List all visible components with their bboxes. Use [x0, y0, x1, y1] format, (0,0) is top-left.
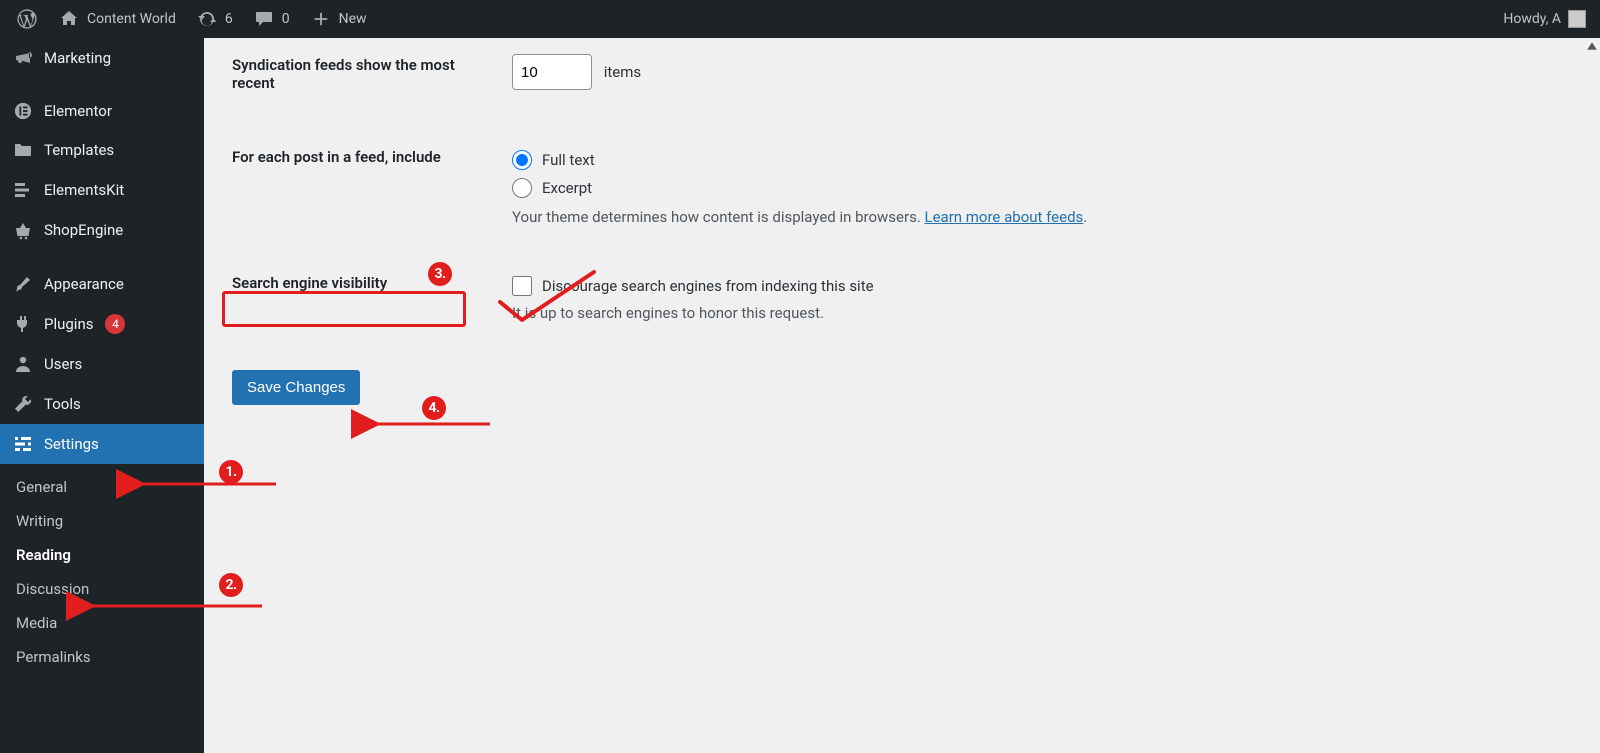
sev-note: It is up to search engines to honor this…: [512, 304, 1580, 322]
home-icon: [58, 8, 80, 30]
user-icon: [12, 354, 34, 374]
row-syndication: Syndication feeds show the most recent i…: [232, 48, 1580, 100]
feed-full-option[interactable]: Full text: [512, 150, 1580, 170]
sev-check-label: Discourage search engines from indexing …: [542, 277, 874, 295]
syndication-feeds-input[interactable]: [512, 54, 592, 90]
site-name-menu[interactable]: Content World: [48, 0, 186, 38]
admin-bar: Content World 6 0 New Howdy, A: [0, 0, 1600, 38]
sidebar-item-label: Users: [44, 355, 82, 373]
syndication-label: Syndication feeds show the most recent: [232, 48, 512, 100]
sidebar-item-elementskit[interactable]: ElementsKit: [0, 170, 204, 210]
annotation-badge-2: 2.: [219, 573, 243, 597]
sidebar-item-label: Tools: [44, 395, 81, 413]
megaphone-icon: [12, 48, 34, 68]
feed-full-radio[interactable]: [512, 150, 532, 170]
new-label: New: [339, 11, 367, 27]
submenu-reading[interactable]: Reading: [0, 538, 204, 572]
scroll-up-arrow-icon: [1586, 40, 1598, 52]
comments-menu[interactable]: 0: [243, 0, 300, 38]
admin-sidebar: Marketing Elementor Templates ElementsKi…: [0, 38, 204, 753]
feed-excerpt-radio[interactable]: [512, 178, 532, 198]
annotation-badge-4: 4.: [422, 396, 446, 420]
sidebar-item-label: Plugins: [44, 315, 93, 333]
feed-excerpt-option[interactable]: Excerpt: [512, 178, 1580, 198]
wrench-icon: [12, 394, 34, 414]
row-feed-include: For each post in a feed, include Full te…: [232, 140, 1580, 232]
submenu-general[interactable]: General: [0, 470, 204, 504]
settings-submenu: General Writing Reading Discussion Media…: [0, 464, 204, 682]
syndication-unit: items: [604, 63, 641, 81]
settings-reading-page: Syndication feeds show the most recent i…: [204, 38, 1600, 753]
wordpress-icon: [16, 8, 38, 30]
sidebar-item-users[interactable]: Users: [0, 344, 204, 384]
elementskit-icon: [12, 180, 34, 200]
sidebar-item-label: Templates: [44, 141, 114, 159]
submenu-media[interactable]: Media: [0, 606, 204, 640]
sidebar-item-label: Appearance: [44, 275, 124, 293]
new-content-menu[interactable]: New: [300, 0, 377, 38]
sidebar-item-label: Marketing: [44, 49, 111, 67]
sev-checkbox[interactable]: [512, 276, 532, 296]
sidebar-item-tools[interactable]: Tools: [0, 384, 204, 424]
sidebar-item-shopengine[interactable]: ShopEngine: [0, 210, 204, 250]
brush-icon: [12, 274, 34, 294]
sliders-icon: [12, 434, 34, 454]
updates-menu[interactable]: 6: [186, 0, 243, 38]
sidebar-item-label: ShopEngine: [44, 221, 123, 239]
annotation-box-sev: [222, 291, 466, 327]
feed-theme-note: Your theme determines how content is dis…: [512, 208, 1580, 226]
sidebar-item-appearance[interactable]: Appearance: [0, 264, 204, 304]
folder-icon: [12, 140, 34, 160]
feed-include-label: For each post in a feed, include: [232, 140, 512, 174]
annotation-badge-3: 3.: [428, 262, 452, 286]
feed-full-label: Full text: [542, 151, 595, 169]
submenu-permalinks[interactable]: Permalinks: [0, 640, 204, 674]
plug-icon: [12, 314, 34, 334]
save-changes-button[interactable]: Save Changes: [232, 370, 360, 405]
wp-logo-menu[interactable]: [6, 0, 48, 38]
learn-more-feeds-link[interactable]: Learn more about feeds: [925, 208, 1084, 226]
feed-excerpt-label: Excerpt: [542, 179, 592, 197]
sidebar-item-label: Settings: [44, 435, 99, 453]
plugins-update-badge: 4: [105, 314, 125, 334]
submenu-writing[interactable]: Writing: [0, 504, 204, 538]
sidebar-item-plugins[interactable]: Plugins 4: [0, 304, 204, 344]
sidebar-item-elementor[interactable]: Elementor: [0, 92, 204, 130]
site-name: Content World: [87, 11, 176, 27]
updates-count: 6: [225, 11, 233, 27]
elementor-icon: [12, 102, 34, 120]
sidebar-item-settings[interactable]: Settings: [0, 424, 204, 464]
sev-label: Search engine visibility: [232, 274, 387, 292]
annotation-badge-1: 1.: [219, 460, 243, 484]
submenu-discussion[interactable]: Discussion: [0, 572, 204, 606]
update-icon: [196, 8, 218, 30]
comments-count: 0: [282, 11, 290, 27]
sev-option[interactable]: Discourage search engines from indexing …: [512, 276, 1580, 296]
avatar: [1568, 10, 1586, 28]
howdy-text: Howdy, A: [1503, 11, 1561, 27]
sidebar-item-marketing[interactable]: Marketing: [0, 38, 204, 78]
sidebar-item-templates[interactable]: Templates: [0, 130, 204, 170]
sidebar-item-label: Elementor: [44, 102, 112, 120]
comment-icon: [253, 8, 275, 30]
plus-icon: [310, 8, 332, 30]
my-account-menu[interactable]: Howdy, A: [1493, 0, 1596, 38]
sidebar-item-label: ElementsKit: [44, 181, 124, 199]
basket-icon: [12, 220, 34, 240]
